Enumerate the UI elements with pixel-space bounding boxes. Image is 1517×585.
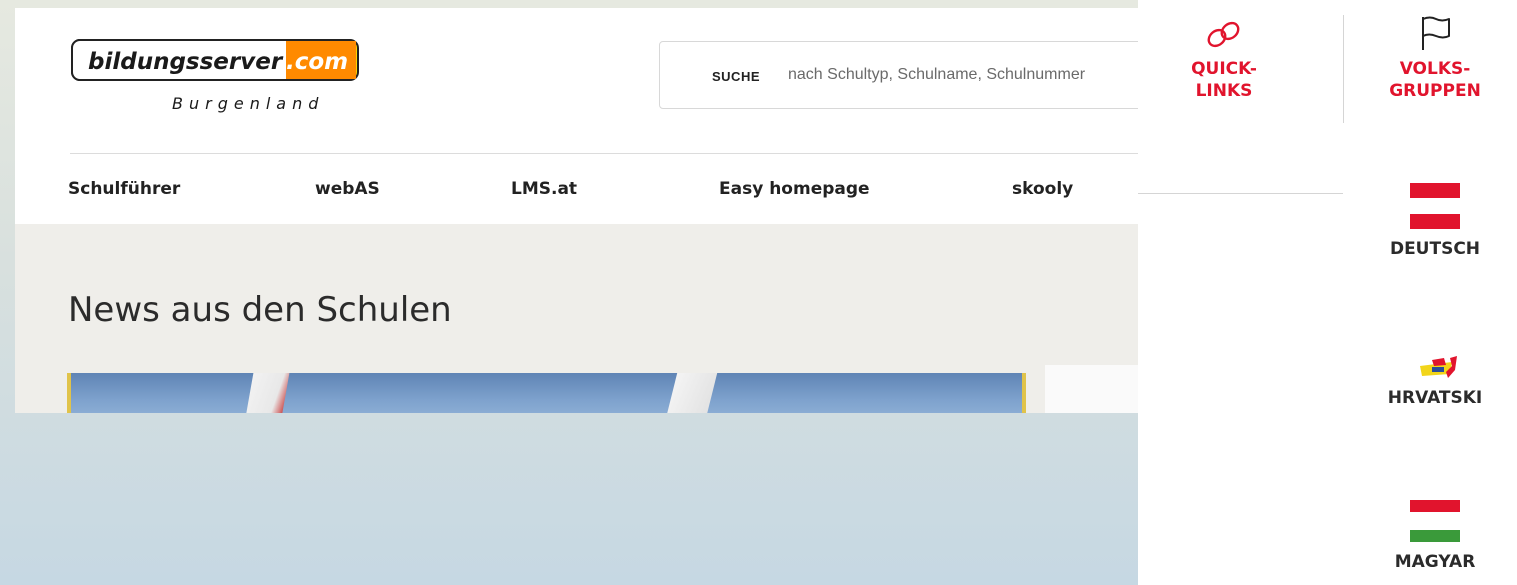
volksgruppen-button[interactable]: VOLKS- GRUPPEN bbox=[1360, 14, 1510, 102]
language-deutsch[interactable]: DEUTSCH bbox=[1360, 183, 1510, 259]
logo-brand-tld: .com bbox=[286, 49, 348, 75]
side-panel: QUICK- LINKS VOLKS- GRUPPEN DEUTSCH HRVA… bbox=[1138, 0, 1517, 585]
banner-flag-graphic bbox=[244, 373, 290, 413]
nav-item-lms[interactable]: LMS.at bbox=[511, 179, 577, 199]
logo-subtitle: Burgenland bbox=[172, 94, 325, 113]
news-teaser-image[interactable] bbox=[67, 373, 1026, 413]
quick-links-label: QUICK- LINKS bbox=[1191, 59, 1257, 101]
bildungsserver-logo[interactable]: bildungsserver .com bbox=[70, 38, 360, 82]
search-box: SUCHE bbox=[659, 41, 1138, 109]
flag-outline-icon bbox=[1422, 16, 1450, 50]
language-magyar-label: MAGYAR bbox=[1394, 552, 1476, 572]
nav-item-skooly[interactable]: skooly bbox=[1012, 179, 1073, 199]
main-nav: Schulführer webAS LMS.at Easy homepage s… bbox=[15, 154, 1138, 224]
hungary-flag-icon bbox=[1410, 500, 1460, 542]
nav-item-schulfuehrer[interactable]: Schulführer bbox=[68, 179, 180, 199]
search-label: SUCHE bbox=[712, 69, 761, 84]
panel-divider bbox=[1138, 193, 1343, 194]
news-section: News aus den Schulen bbox=[15, 224, 1138, 413]
logo-brand-main: bildungsserver bbox=[88, 49, 284, 75]
austria-flag-icon bbox=[1410, 183, 1460, 229]
nav-item-easy-homepage[interactable]: Easy homepage bbox=[719, 179, 870, 199]
volksgruppen-label: VOLKS- GRUPPEN bbox=[1389, 59, 1481, 101]
croatian-flag-icon bbox=[1420, 356, 1457, 378]
language-hrvatski[interactable]: HRVATSKI bbox=[1360, 356, 1510, 408]
panel-divider bbox=[1343, 15, 1344, 123]
banner-flag-graphic bbox=[664, 373, 718, 413]
language-magyar[interactable]: MAGYAR bbox=[1360, 500, 1510, 572]
search-input[interactable] bbox=[788, 60, 1138, 90]
quick-links-button[interactable]: QUICK- LINKS bbox=[1174, 18, 1274, 102]
nav-item-webas[interactable]: webAS bbox=[315, 179, 380, 199]
main-panel: bildungsserver .com Burgenland SUCHE Sch… bbox=[15, 8, 1138, 413]
news-section-title: News aus den Schulen bbox=[68, 290, 452, 330]
language-deutsch-label: DEUTSCH bbox=[1389, 239, 1481, 259]
logo-graphic: bildungsserver .com bbox=[71, 39, 359, 81]
card-edge bbox=[1045, 365, 1138, 413]
link-icon bbox=[1207, 21, 1240, 48]
language-hrvatski-label: HRVATSKI bbox=[1387, 388, 1483, 408]
